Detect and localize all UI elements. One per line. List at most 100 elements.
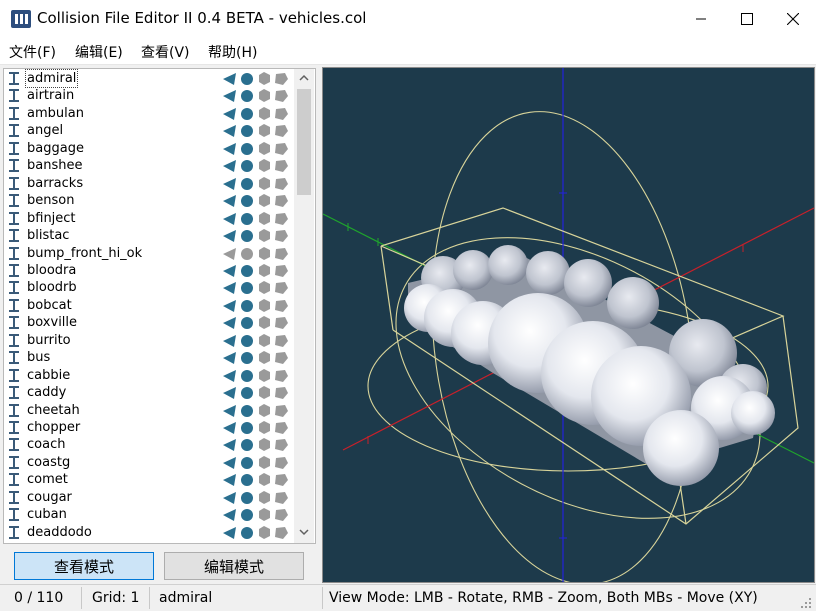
list-item[interactable]: cuban	[4, 506, 294, 523]
edit-mode-button[interactable]: 编辑模式	[164, 552, 304, 580]
list-item[interactable]: angel	[4, 122, 294, 139]
list-item[interactable]: chopper	[4, 419, 294, 436]
box-icon	[259, 263, 270, 277]
mesh-icon	[275, 369, 288, 382]
list-item[interactable]: bobcat	[4, 297, 294, 314]
list-item-label: caddy	[27, 385, 67, 401]
menu-file[interactable]: 文件(F)	[9, 42, 56, 62]
list-item[interactable]: airtrain	[4, 87, 294, 104]
list-item[interactable]: cougar	[4, 489, 294, 506]
model-file-icon	[9, 298, 19, 312]
app-icon	[11, 10, 31, 28]
collision-flags	[223, 229, 288, 243]
model-file-icon	[9, 368, 19, 382]
arrow-icon	[223, 142, 236, 155]
list-item[interactable]: admiral	[4, 69, 294, 88]
list-item[interactable]: benson	[4, 192, 294, 209]
list-item[interactable]: burrito	[4, 332, 294, 349]
list-item[interactable]: deaddodo	[4, 524, 294, 541]
model-file-icon	[9, 72, 19, 85]
list-item-label: baggage	[27, 140, 84, 156]
list-item-label: airtrain	[27, 88, 75, 104]
collision-flags	[223, 490, 288, 504]
arrow-icon	[223, 177, 236, 190]
menu-edit[interactable]: 编辑(E)	[75, 42, 123, 62]
arrow-icon	[223, 107, 236, 120]
list-item[interactable]: bump_front_hi_ok	[4, 245, 294, 262]
box-icon	[259, 421, 270, 434]
list-item-label: banshee	[27, 158, 83, 174]
model-file-icon	[9, 351, 19, 365]
sphere-icon	[241, 439, 253, 452]
list-item[interactable]: bloodrb	[4, 279, 294, 296]
box-icon	[259, 455, 270, 469]
title-bar: Collision File Editor II 0.4 BETA - vehi…	[0, 0, 816, 38]
arrow-icon	[223, 387, 236, 400]
sphere-icon	[241, 509, 253, 522]
collision-model-view[interactable]	[323, 68, 814, 582]
sphere-icon	[241, 212, 253, 225]
list-item-label: angel	[27, 123, 64, 139]
scroll-up-icon[interactable]	[299, 74, 309, 82]
sphere-icon	[241, 264, 253, 277]
model-file-icon	[9, 263, 19, 277]
model-file-icon	[9, 89, 19, 103]
menu-view[interactable]: 查看(V)	[141, 42, 190, 62]
box-icon	[259, 298, 270, 312]
model-file-icon	[9, 124, 19, 138]
3d-viewport[interactable]	[322, 67, 815, 583]
minimize-button[interactable]	[678, 0, 724, 38]
model-file-icon	[9, 508, 19, 522]
list-item[interactable]: coach	[4, 436, 294, 453]
sphere-icon	[241, 526, 253, 539]
maximize-button[interactable]	[724, 0, 770, 38]
collision-flags	[223, 316, 288, 330]
list-item[interactable]: coastg	[4, 454, 294, 471]
list-scrollbar[interactable]	[294, 69, 314, 543]
collision-flags	[223, 333, 288, 347]
list-item[interactable]: boxville	[4, 314, 294, 331]
sphere-icon	[241, 474, 253, 487]
collision-flags	[223, 176, 288, 190]
arrow-icon	[223, 230, 236, 243]
scroll-thumb[interactable]	[297, 89, 311, 195]
sphere-icon	[241, 125, 253, 138]
model-list[interactable]: admiral airtrain ambulan angel baggage banshe…	[3, 68, 316, 544]
resize-grip-icon[interactable]	[800, 597, 812, 609]
model-file-icon	[9, 473, 19, 487]
view-mode-button[interactable]: 查看模式	[14, 552, 154, 580]
collision-flags	[223, 106, 288, 120]
list-item-label: ambulan	[27, 105, 84, 121]
list-item[interactable]: caddy	[4, 384, 294, 401]
window-title: Collision File Editor II 0.4 BETA - vehi…	[37, 9, 367, 27]
box-icon	[259, 525, 270, 539]
collision-flags	[223, 438, 288, 452]
close-button[interactable]	[770, 0, 816, 38]
menu-help[interactable]: 帮助(H)	[208, 42, 257, 62]
list-item[interactable]: cabbie	[4, 367, 294, 384]
mesh-icon	[275, 264, 288, 277]
model-file-icon	[9, 106, 19, 120]
model-file-icon	[9, 159, 19, 173]
arrow-icon	[223, 352, 236, 365]
list-item[interactable]: bfinject	[4, 210, 294, 227]
arrow-icon	[223, 526, 236, 539]
scroll-down-icon[interactable]	[299, 528, 309, 536]
mesh-icon	[275, 439, 288, 452]
arrow-icon	[223, 456, 236, 469]
sphere-icon	[241, 282, 253, 295]
list-item[interactable]: ambulan	[4, 105, 294, 122]
list-item[interactable]: bus	[4, 349, 294, 366]
box-icon	[259, 508, 270, 522]
list-item[interactable]: barracks	[4, 175, 294, 192]
list-item[interactable]: banshee	[4, 157, 294, 174]
list-item[interactable]: comet	[4, 471, 294, 488]
list-item[interactable]: bloodra	[4, 262, 294, 279]
list-item[interactable]: blistac	[4, 227, 294, 244]
mesh-icon	[275, 247, 288, 260]
arrow-icon	[223, 439, 236, 452]
list-item[interactable]: cheetah	[4, 402, 294, 419]
list-item[interactable]: baggage	[4, 140, 294, 157]
mesh-icon	[275, 212, 288, 225]
mesh-icon	[275, 387, 288, 400]
